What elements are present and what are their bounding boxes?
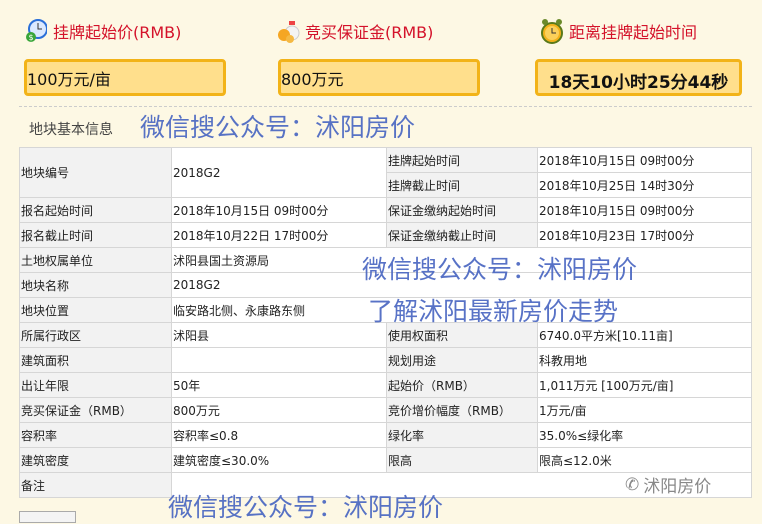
cell-label: 报名截止时间	[19, 222, 172, 248]
cell-label: 挂牌截止时间	[386, 172, 538, 198]
section-title: 地块基本信息	[29, 122, 113, 138]
cell-label: 竞买保证金（RMB）	[19, 397, 172, 423]
cell-value: 50年	[171, 372, 387, 398]
cell-value: 建筑密度≤30.0%	[171, 447, 387, 473]
table-row: 地块编号 2018G2 挂牌起始时间 2018年10月15日 09时00分	[19, 147, 752, 198]
cell-value: 800万元	[171, 397, 387, 423]
svg-text:$: $	[29, 33, 34, 42]
cell-label: 建筑面积	[19, 347, 172, 373]
cell-value: 科教用地	[537, 347, 752, 373]
alarm-clock-icon	[540, 18, 564, 44]
countdown-value: 18天10小时25分44秒	[535, 59, 742, 96]
starting-price-header: $ 挂牌起始价(RMB)	[24, 18, 181, 44]
table-row: 报名截止时间 2018年10月22日 17时00分 保证金缴纳截止时间 2018年10…	[19, 222, 752, 248]
cell-value: 限高≤12.0米	[537, 447, 752, 473]
cell-label: 地块编号	[19, 147, 172, 198]
table-row: 报名起始时间 2018年10月15日 09时00分 保证金缴纳起始时间 2018年10…	[19, 197, 752, 223]
cell-value: 沭阳县	[171, 322, 387, 348]
cell-value: 2018年10月22日 17时00分	[171, 222, 387, 248]
cell-value	[171, 347, 387, 373]
cell-value: 35.0%≤绿化率	[537, 422, 752, 448]
deposit-value: 800万元	[278, 59, 480, 96]
cell-value: 1,011万元 [100万元/亩]	[537, 372, 752, 398]
clock-money-icon: $	[24, 18, 48, 44]
cell-value: 1万元/亩	[537, 397, 752, 423]
cell-label: 起始价（RMB）	[386, 372, 538, 398]
logo-text: 沭阳房价	[643, 477, 712, 497]
watermark: 微信搜公众号：沭阳房价	[362, 255, 638, 284]
cell-value: 2018G2	[171, 147, 387, 198]
cell-value: 2018年10月15日 09时00分	[537, 147, 752, 173]
cell-label: 竞价增价幅度（RMB）	[386, 397, 538, 423]
cell-label: 地块名称	[19, 272, 172, 298]
watermark: 微信搜公众号：沭阳房价	[140, 113, 416, 142]
cell-label: 规划用途	[386, 347, 538, 373]
cell-label: 备注	[19, 472, 172, 498]
cell-value: 2018年10月15日 09时00分	[171, 197, 387, 223]
cell-label: 报名起始时间	[19, 197, 172, 223]
header-label: 竞买保证金(RMB)	[305, 23, 434, 42]
cell-label: 建筑密度	[19, 447, 172, 473]
cell-label: 出让年限	[19, 372, 172, 398]
wechat-logo: ✆ 沭阳房价	[625, 472, 712, 498]
cell-value: 2018年10月23日 17时00分	[537, 222, 752, 248]
divider	[19, 106, 752, 107]
cell-value: 容积率≤0.8	[171, 422, 387, 448]
countdown-header: 距离挂牌起始时间	[540, 18, 697, 44]
table-row: 建筑面积 规划用途 科教用地	[19, 347, 752, 373]
table-row: 出让年限 50年 起始价（RMB） 1,011万元 [100万元/亩]	[19, 372, 752, 398]
cell-label: 保证金缴纳截止时间	[386, 222, 538, 248]
cell-value: 2018年10月15日 09时00分	[537, 197, 752, 223]
table-row: 建筑密度 建筑密度≤30.0% 限高 限高≤12.0米	[19, 447, 752, 473]
watermark: 了解沭阳最新房价走势	[368, 297, 619, 326]
money-bag-icon	[276, 18, 300, 44]
cell-value: 2018年10月25日 14时30分	[537, 172, 752, 198]
header-label: 挂牌起始价(RMB)	[53, 23, 182, 42]
wechat-icon: ✆	[625, 474, 640, 495]
cell-label: 限高	[386, 447, 538, 473]
cell-label: 绿化率	[386, 422, 538, 448]
cell-label: 挂牌起始时间	[386, 147, 538, 173]
table-row: 容积率 容积率≤0.8 绿化率 35.0%≤绿化率	[19, 422, 752, 448]
cell-label: 地块位置	[19, 297, 172, 323]
action-button[interactable]	[19, 511, 76, 523]
deposit-header: 竞买保证金(RMB)	[276, 18, 433, 44]
starting-price-value: 100万元/亩	[24, 59, 226, 96]
watermark: 微信搜公众号：沭阳房价	[168, 493, 444, 522]
header-label: 距离挂牌起始时间	[569, 23, 698, 42]
cell-label: 所属行政区	[19, 322, 172, 348]
table-row: 竞买保证金（RMB） 800万元 竞价增价幅度（RMB） 1万元/亩	[19, 397, 752, 423]
cell-label: 容积率	[19, 422, 172, 448]
cell-label: 保证金缴纳起始时间	[386, 197, 538, 223]
cell-label: 土地权属单位	[19, 247, 172, 273]
